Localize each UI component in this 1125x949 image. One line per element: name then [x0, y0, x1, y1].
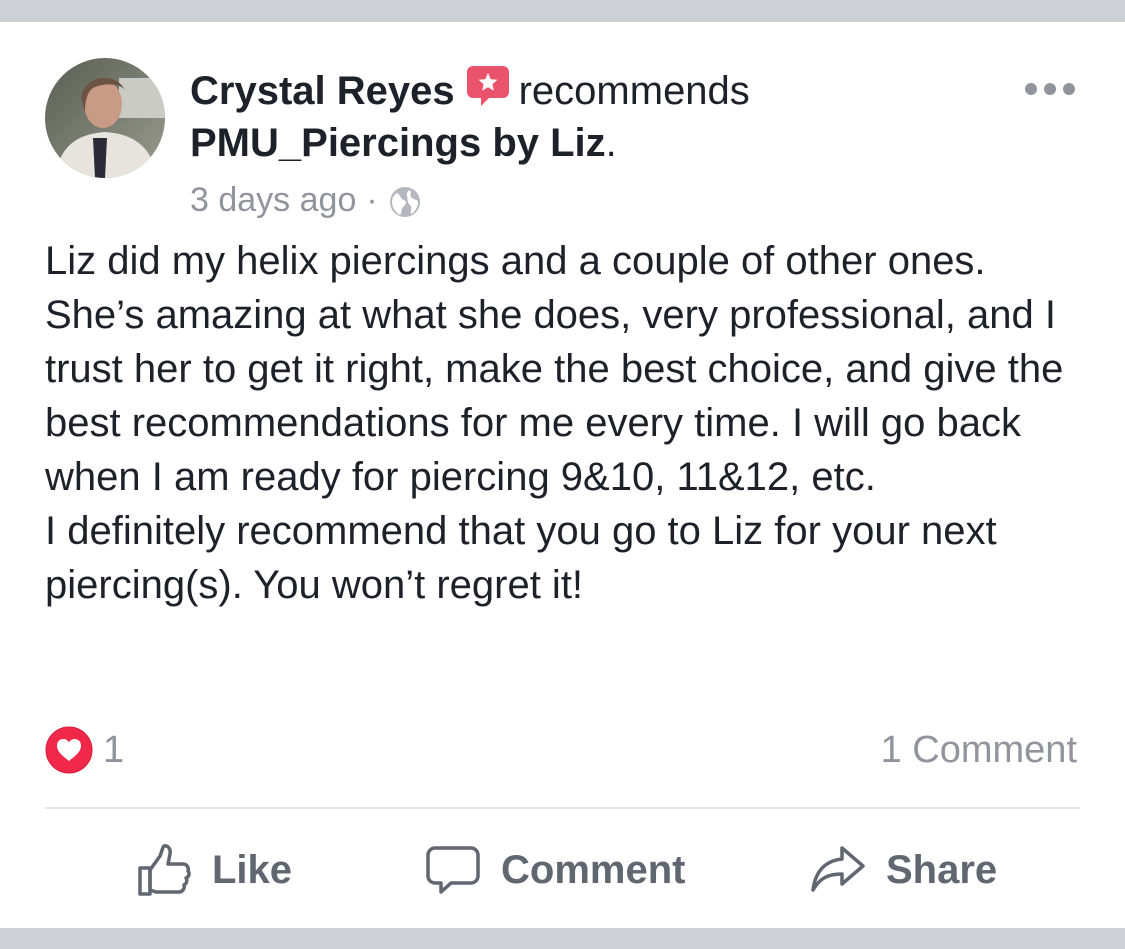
reactions-summary[interactable]: 1: [45, 726, 124, 774]
more-options-button[interactable]: [1022, 76, 1078, 102]
recommended-page-name[interactable]: PMU_Piercings by Liz: [190, 121, 606, 165]
post-meta: 3 days ago ·: [190, 178, 422, 222]
comment-label: Comment: [501, 847, 686, 892]
share-arrow-icon: [811, 846, 865, 892]
reaction-count: 1: [103, 728, 125, 771]
share-button[interactable]: Share: [810, 840, 997, 900]
love-icon: [45, 726, 93, 774]
meta-separator: ·: [366, 181, 378, 219]
bottom-separator-bar: [0, 928, 1125, 949]
recommendation-star-icon: [465, 64, 511, 108]
top-separator-bar: [0, 0, 1125, 22]
post-timestamp[interactable]: 3 days ago: [190, 181, 356, 219]
page-name-period: .: [605, 121, 617, 165]
actions-divider: [45, 807, 1080, 809]
globe-icon[interactable]: [388, 185, 422, 219]
post-body: Liz did my helix piercings and a couple …: [45, 234, 1085, 612]
action-verb: recommends: [518, 69, 750, 113]
post-paragraph: Liz did my helix piercings and a couple …: [45, 239, 1064, 499]
comment-button[interactable]: Comment: [425, 840, 685, 900]
post-header: Crystal Reyes recommends: [190, 64, 750, 116]
more-dots-icon: [1025, 83, 1075, 95]
comment-count-link[interactable]: 1 Comment: [881, 726, 1077, 774]
author-name[interactable]: Crystal Reyes: [190, 69, 455, 113]
comment-bubble-icon: [426, 846, 480, 894]
post-paragraph: I definitely recommend that you go to Li…: [45, 509, 997, 607]
recommended-page-line: PMU_Piercings by Liz.: [190, 118, 617, 168]
avatar[interactable]: [45, 58, 165, 178]
like-button[interactable]: Like: [136, 840, 292, 900]
share-label: Share: [886, 847, 998, 892]
thumbs-up-icon: [138, 844, 191, 896]
avatar-photo: [45, 58, 165, 178]
like-label: Like: [212, 847, 293, 892]
